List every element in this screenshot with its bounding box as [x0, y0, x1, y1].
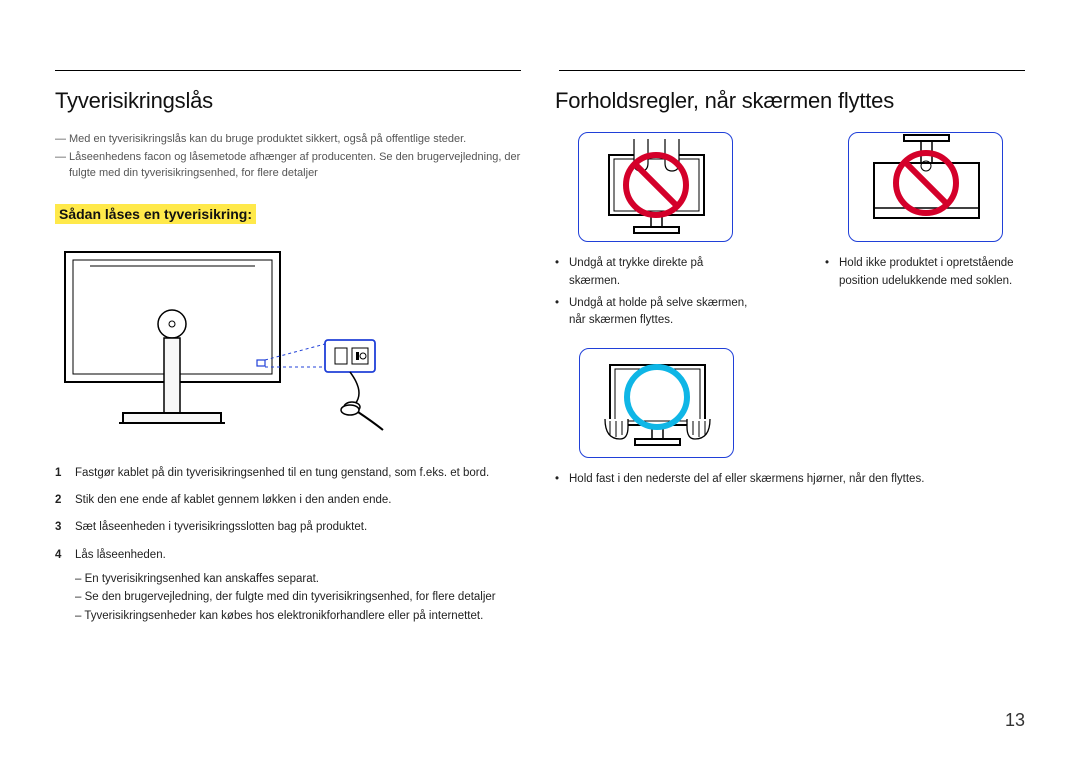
- sublist-item: Tyverisikringsenheder kan købes hos elek…: [75, 607, 521, 625]
- step-item: 2Stik den ene ende af kablet gennem løkk…: [55, 492, 521, 509]
- step-item: 4 Lås låseenheden. En tyverisikringsenhe…: [55, 547, 521, 625]
- bullets-left-bottom: Hold fast i den nederste del af eller sk…: [555, 471, 1025, 489]
- note-dash-icon: ―: [55, 132, 69, 148]
- step4-sublist: En tyverisikringsenhed kan anskaffes sep…: [75, 570, 521, 625]
- sublist-item: Se den brugervejledning, der fulgte med …: [75, 588, 521, 606]
- step-item: 1Fastgør kablet på din tyverisikringsenh…: [55, 465, 521, 482]
- bullets-right-top: Hold ikke produktet i opretstående posit…: [825, 255, 1025, 291]
- rule-top-left: [55, 70, 521, 71]
- right-column: Forholdsregler, når skærmen flyttes: [555, 88, 1025, 493]
- page-number: 13: [1005, 710, 1025, 731]
- figure-dont-press-screen: [578, 132, 733, 242]
- figure-hold-corners: [579, 348, 734, 458]
- note-row-1: ― Med en tyverisikringslås kan du bruge …: [55, 132, 521, 148]
- note-text: Med en tyverisikringslås kan du bruge pr…: [69, 132, 521, 148]
- note-dash-icon: ―: [55, 150, 69, 182]
- figure-grid-top: Undgå at trykke direkte på skærmen. Undg…: [555, 132, 1025, 334]
- bullet-item: Undgå at holde på selve skærmen, når skæ…: [555, 295, 755, 331]
- subheading-left: Sådan låses en tyverisikring:: [55, 204, 256, 224]
- bullets-left-top: Undgå at trykke direkte på skærmen. Undg…: [555, 255, 755, 330]
- heading-left: Tyverisikringslås: [55, 88, 521, 114]
- bullet-item: Hold fast i den nederste del af eller sk…: [555, 471, 1025, 489]
- step-item: 3Sæt låseenheden i tyverisikringsslotten…: [55, 519, 521, 536]
- sublist-item: En tyverisikringsenhed kan anskaffes sep…: [75, 570, 521, 588]
- rule-top-right: [559, 70, 1025, 71]
- ordered-steps: 1Fastgør kablet på din tyverisikringsenh…: [55, 465, 521, 625]
- left-column: Tyverisikringslås ― Med en tyverisikring…: [55, 88, 521, 635]
- note-row-2: ― Låseenhedens facon og låsemetode afhæn…: [55, 150, 521, 182]
- bullet-item: Undgå at trykke direkte på skærmen.: [555, 255, 755, 291]
- figure-lock: [55, 242, 521, 447]
- bullet-item: Hold ikke produktet i opretstående posit…: [825, 255, 1025, 291]
- figure-dont-hold-stand: [848, 132, 1003, 242]
- heading-right: Forholdsregler, når skærmen flyttes: [555, 88, 1025, 114]
- note-text: Låseenhedens facon og låsemetode afhænge…: [69, 150, 521, 182]
